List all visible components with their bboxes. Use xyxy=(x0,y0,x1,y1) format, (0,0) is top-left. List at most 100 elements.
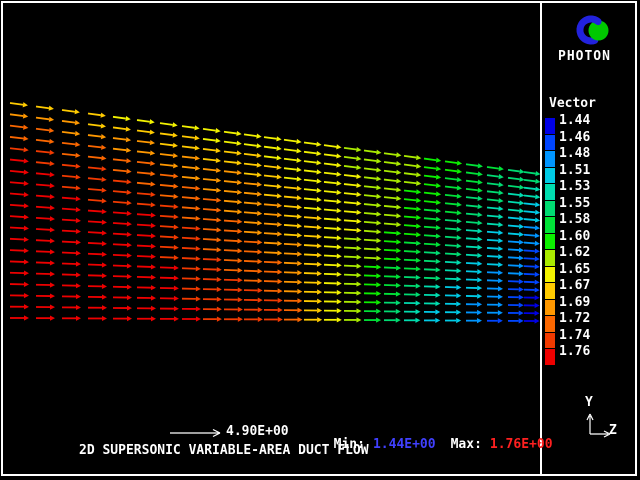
flow-vector xyxy=(182,216,201,221)
flow-vector xyxy=(344,264,362,269)
flow-vector xyxy=(508,318,524,323)
flow-vector xyxy=(524,318,540,323)
flow-vector xyxy=(160,153,178,158)
flow-vector xyxy=(88,262,107,267)
legend-label: 1.46 xyxy=(559,131,590,144)
flow-vector xyxy=(404,283,421,288)
flow-vector xyxy=(88,230,107,235)
flow-vector xyxy=(10,181,29,186)
flow-vector xyxy=(508,232,524,237)
flow-vector xyxy=(284,233,302,238)
flow-vector xyxy=(404,198,421,203)
flow-vector xyxy=(113,200,132,205)
flow-vector xyxy=(487,254,503,259)
legend-label: 1.51 xyxy=(559,164,590,177)
flow-vector xyxy=(344,273,362,278)
flow-vector xyxy=(524,280,540,285)
flow-vector xyxy=(137,316,156,321)
max-label: Max: xyxy=(451,438,482,451)
flow-vector xyxy=(445,260,462,265)
flow-vector xyxy=(404,223,421,228)
flow-vector xyxy=(203,138,221,143)
flow-vector xyxy=(384,318,401,323)
flow-vector xyxy=(88,305,107,310)
flow-vector xyxy=(137,295,156,300)
flow-vector xyxy=(364,167,381,172)
flow-vector xyxy=(10,248,29,253)
flow-vector xyxy=(324,244,342,249)
flow-vector xyxy=(224,160,242,165)
flow-vector xyxy=(36,205,55,210)
flow-vector xyxy=(244,288,263,293)
flow-vector xyxy=(424,293,441,298)
flow-vector xyxy=(404,275,421,280)
flow-vector xyxy=(364,176,381,181)
flow-vector xyxy=(10,293,29,298)
flow-vector xyxy=(62,272,81,277)
flow-vector xyxy=(284,261,302,266)
flow-vector xyxy=(36,161,55,166)
flow-vector xyxy=(113,116,131,121)
flow-vector xyxy=(62,240,81,245)
flow-vector xyxy=(508,303,524,308)
flow-vector xyxy=(113,274,132,279)
flow-vector xyxy=(62,109,80,114)
flow-vector xyxy=(113,221,132,226)
flow-vector xyxy=(88,155,106,160)
flow-vector xyxy=(404,241,421,246)
flow-vector xyxy=(466,318,482,323)
flow-vector xyxy=(344,308,361,313)
flow-vector xyxy=(113,232,132,237)
flow-vector xyxy=(113,127,131,132)
flow-vector xyxy=(384,274,401,279)
flow-vector xyxy=(62,131,80,136)
flow-vector xyxy=(36,183,55,188)
flow-vector xyxy=(244,153,262,158)
flow-vector xyxy=(524,249,540,254)
flow-vector xyxy=(244,307,263,312)
legend-label: 1.67 xyxy=(559,279,590,292)
flow-vector xyxy=(10,237,29,242)
flow-vector xyxy=(404,258,421,263)
flow-vector xyxy=(224,219,242,224)
flow-vector xyxy=(466,163,483,168)
flow-vector xyxy=(182,286,201,291)
flow-vector xyxy=(344,210,362,215)
flow-vector xyxy=(36,271,55,276)
flow-vector xyxy=(88,241,107,246)
flow-vector xyxy=(113,148,131,153)
flow-vector xyxy=(344,201,362,206)
flow-vector xyxy=(62,174,81,179)
flow-vector xyxy=(404,292,421,297)
flow-vector xyxy=(264,136,282,141)
flow-vector xyxy=(364,185,381,190)
flow-vector xyxy=(424,183,441,188)
flow-vector xyxy=(344,281,362,286)
flow-vector xyxy=(10,226,29,231)
flow-vector xyxy=(424,174,441,179)
flow-vector xyxy=(137,161,155,166)
flow-vector xyxy=(445,252,462,257)
flow-vector xyxy=(182,306,201,311)
flow-vector xyxy=(88,166,107,171)
flow-vector xyxy=(88,294,107,299)
flow-vector xyxy=(424,242,441,247)
flow-vector xyxy=(364,229,381,234)
flow-vector xyxy=(88,134,106,139)
flow-vector xyxy=(487,206,504,211)
flow-vector xyxy=(137,140,155,145)
flow-vector xyxy=(445,185,462,190)
flow-vector xyxy=(524,295,540,300)
flow-vector xyxy=(88,188,107,193)
flow-vector xyxy=(203,307,222,312)
flow-vector xyxy=(203,287,222,292)
flow-vector xyxy=(304,188,322,193)
flow-vector xyxy=(284,242,302,247)
legend-label: 1.58 xyxy=(559,213,590,226)
flow-vector xyxy=(524,202,540,207)
flow-vector xyxy=(508,208,524,213)
flow-vector xyxy=(113,211,132,216)
flow-vector xyxy=(304,225,322,230)
legend-label: 1.44 xyxy=(559,114,590,127)
flow-vector xyxy=(364,273,381,278)
